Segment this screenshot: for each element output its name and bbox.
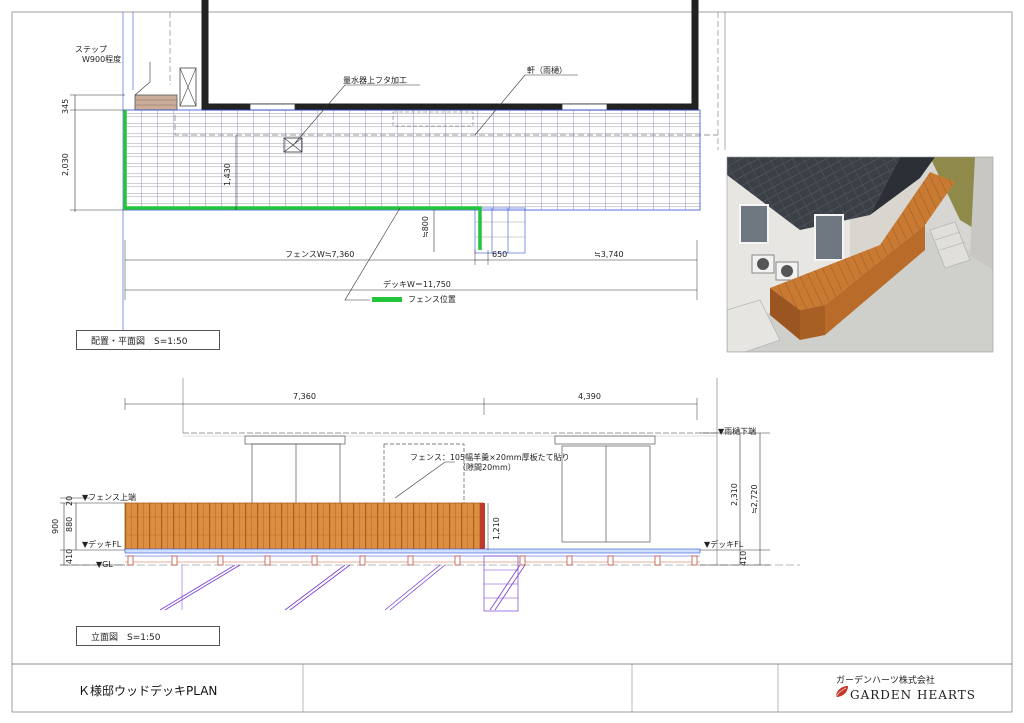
deck-plan (124, 109, 701, 211)
fence-legend-swatch (372, 297, 402, 302)
window-right (561, 103, 608, 111)
eaves-bottom-label: ▼雨樋下端 (718, 427, 757, 436)
dim-3740: ≒3,740 (594, 250, 624, 259)
house-wall (201, 0, 699, 111)
dim-1430: 1,430 (223, 163, 232, 186)
dim-410-left: 410 (65, 548, 74, 564)
dim-900: 900 (51, 518, 60, 534)
dim-7360: 7,360 (293, 392, 316, 401)
deck-fl-right-label: ▼デッキFL (704, 540, 744, 549)
company-name: ガーデンハーツ株式会社 (836, 676, 935, 686)
dim-1210: 1,210 (492, 517, 501, 540)
deck-surface (124, 548, 701, 554)
step (134, 94, 178, 111)
drawing-sheet: ステップ W900程度 量水器上フタ加工 軒（雨樋） フェンス位置 345 2,… (0, 0, 1024, 723)
fence-top-label: ▼フェンス上端 (82, 493, 136, 502)
leaf-logo-icon (836, 686, 848, 697)
dim-800: ≒800 (421, 216, 430, 238)
deck-step (474, 207, 526, 254)
deck-fl-left-label: ▼デッキFL (82, 540, 122, 549)
dim-4390: 4,390 (578, 392, 601, 401)
fence-note-line2: （隙間20mm） (458, 463, 516, 472)
dim-650: 650 (492, 250, 508, 259)
meter-cover-label: 量水器上フタ加工 (343, 76, 407, 85)
render-image (726, 156, 994, 353)
dim-20: 20 (65, 495, 74, 506)
dim-2310: 2,310 (730, 483, 739, 506)
step-size-label: W900程度 (82, 55, 122, 64)
fence-position-label: フェンス位置 (408, 295, 456, 304)
dim-fence-width: フェンスW≒7,360 (285, 250, 355, 259)
dim-345: 345 (61, 98, 70, 114)
eaves-label: 軒（雨樋） (527, 66, 567, 75)
fence-note-line1: フェンス：105幅羊羹×20mm厚板たて貼り (410, 453, 570, 462)
drawing-canvas (11, 0, 1013, 713)
dim-880: 880 (65, 516, 74, 532)
project-title: Ｋ様邸ウッドデッキPLAN (78, 684, 218, 698)
dim-deck-width: デッキW＝11,750 (383, 280, 451, 289)
dim-410-right: 410 (739, 550, 748, 566)
elevation-title-box: 立面図 S=1:50 (76, 626, 220, 646)
step-label: ステップ (75, 45, 107, 54)
fence-elevation (124, 502, 484, 551)
gl-label: ▼GL (96, 560, 113, 569)
plan-title-box: 配置・平面図 S=1:50 (76, 330, 220, 350)
window-left (249, 103, 296, 111)
brand-name: GARDEN HEARTS (850, 688, 976, 702)
dim-2720: ≒2,720 (750, 484, 759, 514)
dim-2030: 2,030 (61, 153, 70, 176)
elevation-view (60, 378, 800, 612)
